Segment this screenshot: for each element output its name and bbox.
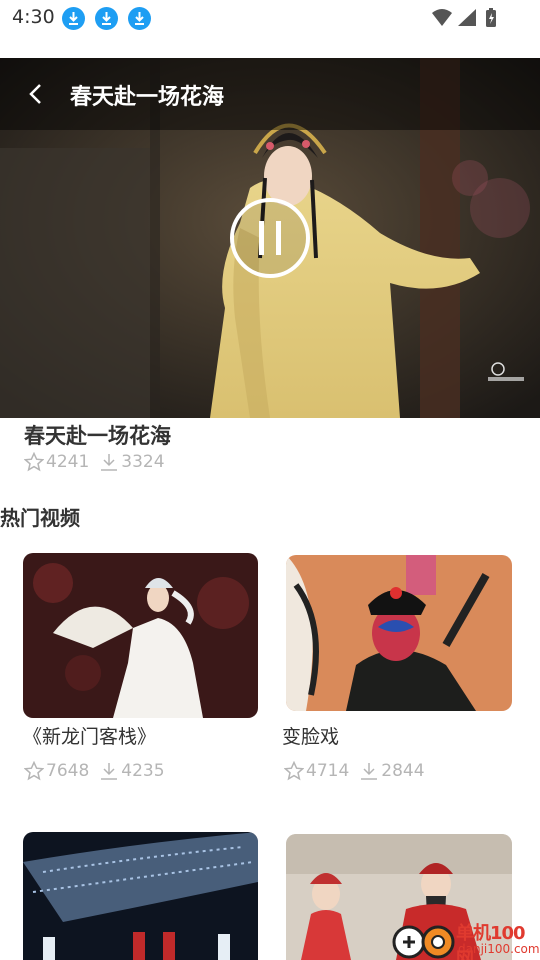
video-title: 春天赴一场花海 [70,85,225,110]
video-card-thumbnail[interactable] [23,553,258,718]
star-icon [24,761,44,781]
pause-icon [230,198,310,278]
status-indicators [430,7,502,29]
site-url: danji100.com [458,942,540,956]
star-icon [284,761,304,781]
video-card-thumbnail[interactable] [23,832,258,960]
video-card-thumbnail[interactable] [286,555,512,711]
star-icon [24,452,44,472]
download-count: 4235 [121,761,165,781]
like-stat[interactable]: 4714 [284,761,349,781]
status-bar: 4:30 [0,0,540,38]
download-stat[interactable]: 2844 [359,761,425,781]
like-count: 7648 [46,761,90,781]
section-title: 热门视频 [0,506,80,530]
download-icon [101,454,118,471]
like-count: 4241 [46,452,90,472]
battery-icon [486,8,496,27]
video-player[interactable]: 春天赴一场花海 [0,58,540,418]
download-icon [62,7,85,30]
thumbnail-image [23,832,258,960]
video-card-title[interactable]: 《新龙门客栈》 [23,722,156,749]
download-icon [128,7,151,30]
download-count: 2844 [381,761,425,781]
video-card-stats: 4714 2844 [284,761,435,781]
chevron-left-icon [29,84,41,104]
download-icon [95,7,118,30]
current-video-title: 春天赴一场花海 [24,424,171,448]
download-count: 3324 [121,452,165,472]
like-stat[interactable]: 4241 [24,452,89,472]
video-card-title[interactable]: 变脸戏 [282,722,339,749]
broadcaster-logo-icon [488,362,524,381]
wifi-icon [432,9,452,26]
download-stat[interactable]: 3324 [99,452,165,472]
thumbnail-image [286,555,512,711]
download-stat[interactable]: 4235 [99,761,165,781]
like-count: 4714 [306,761,350,781]
status-time: 4:30 [12,6,55,28]
back-button[interactable] [20,78,52,110]
site-watermark: 单机100网 danji100.com [392,918,540,960]
signal-icon [458,9,476,26]
like-stat[interactable]: 7648 [24,761,89,781]
thumbnail-image [23,553,258,718]
download-icon [101,763,118,780]
video-card-stats: 7648 4235 [24,761,175,781]
current-video-stats: 4241 3324 [24,452,175,472]
download-icon [361,763,378,780]
pause-button[interactable] [229,197,311,279]
